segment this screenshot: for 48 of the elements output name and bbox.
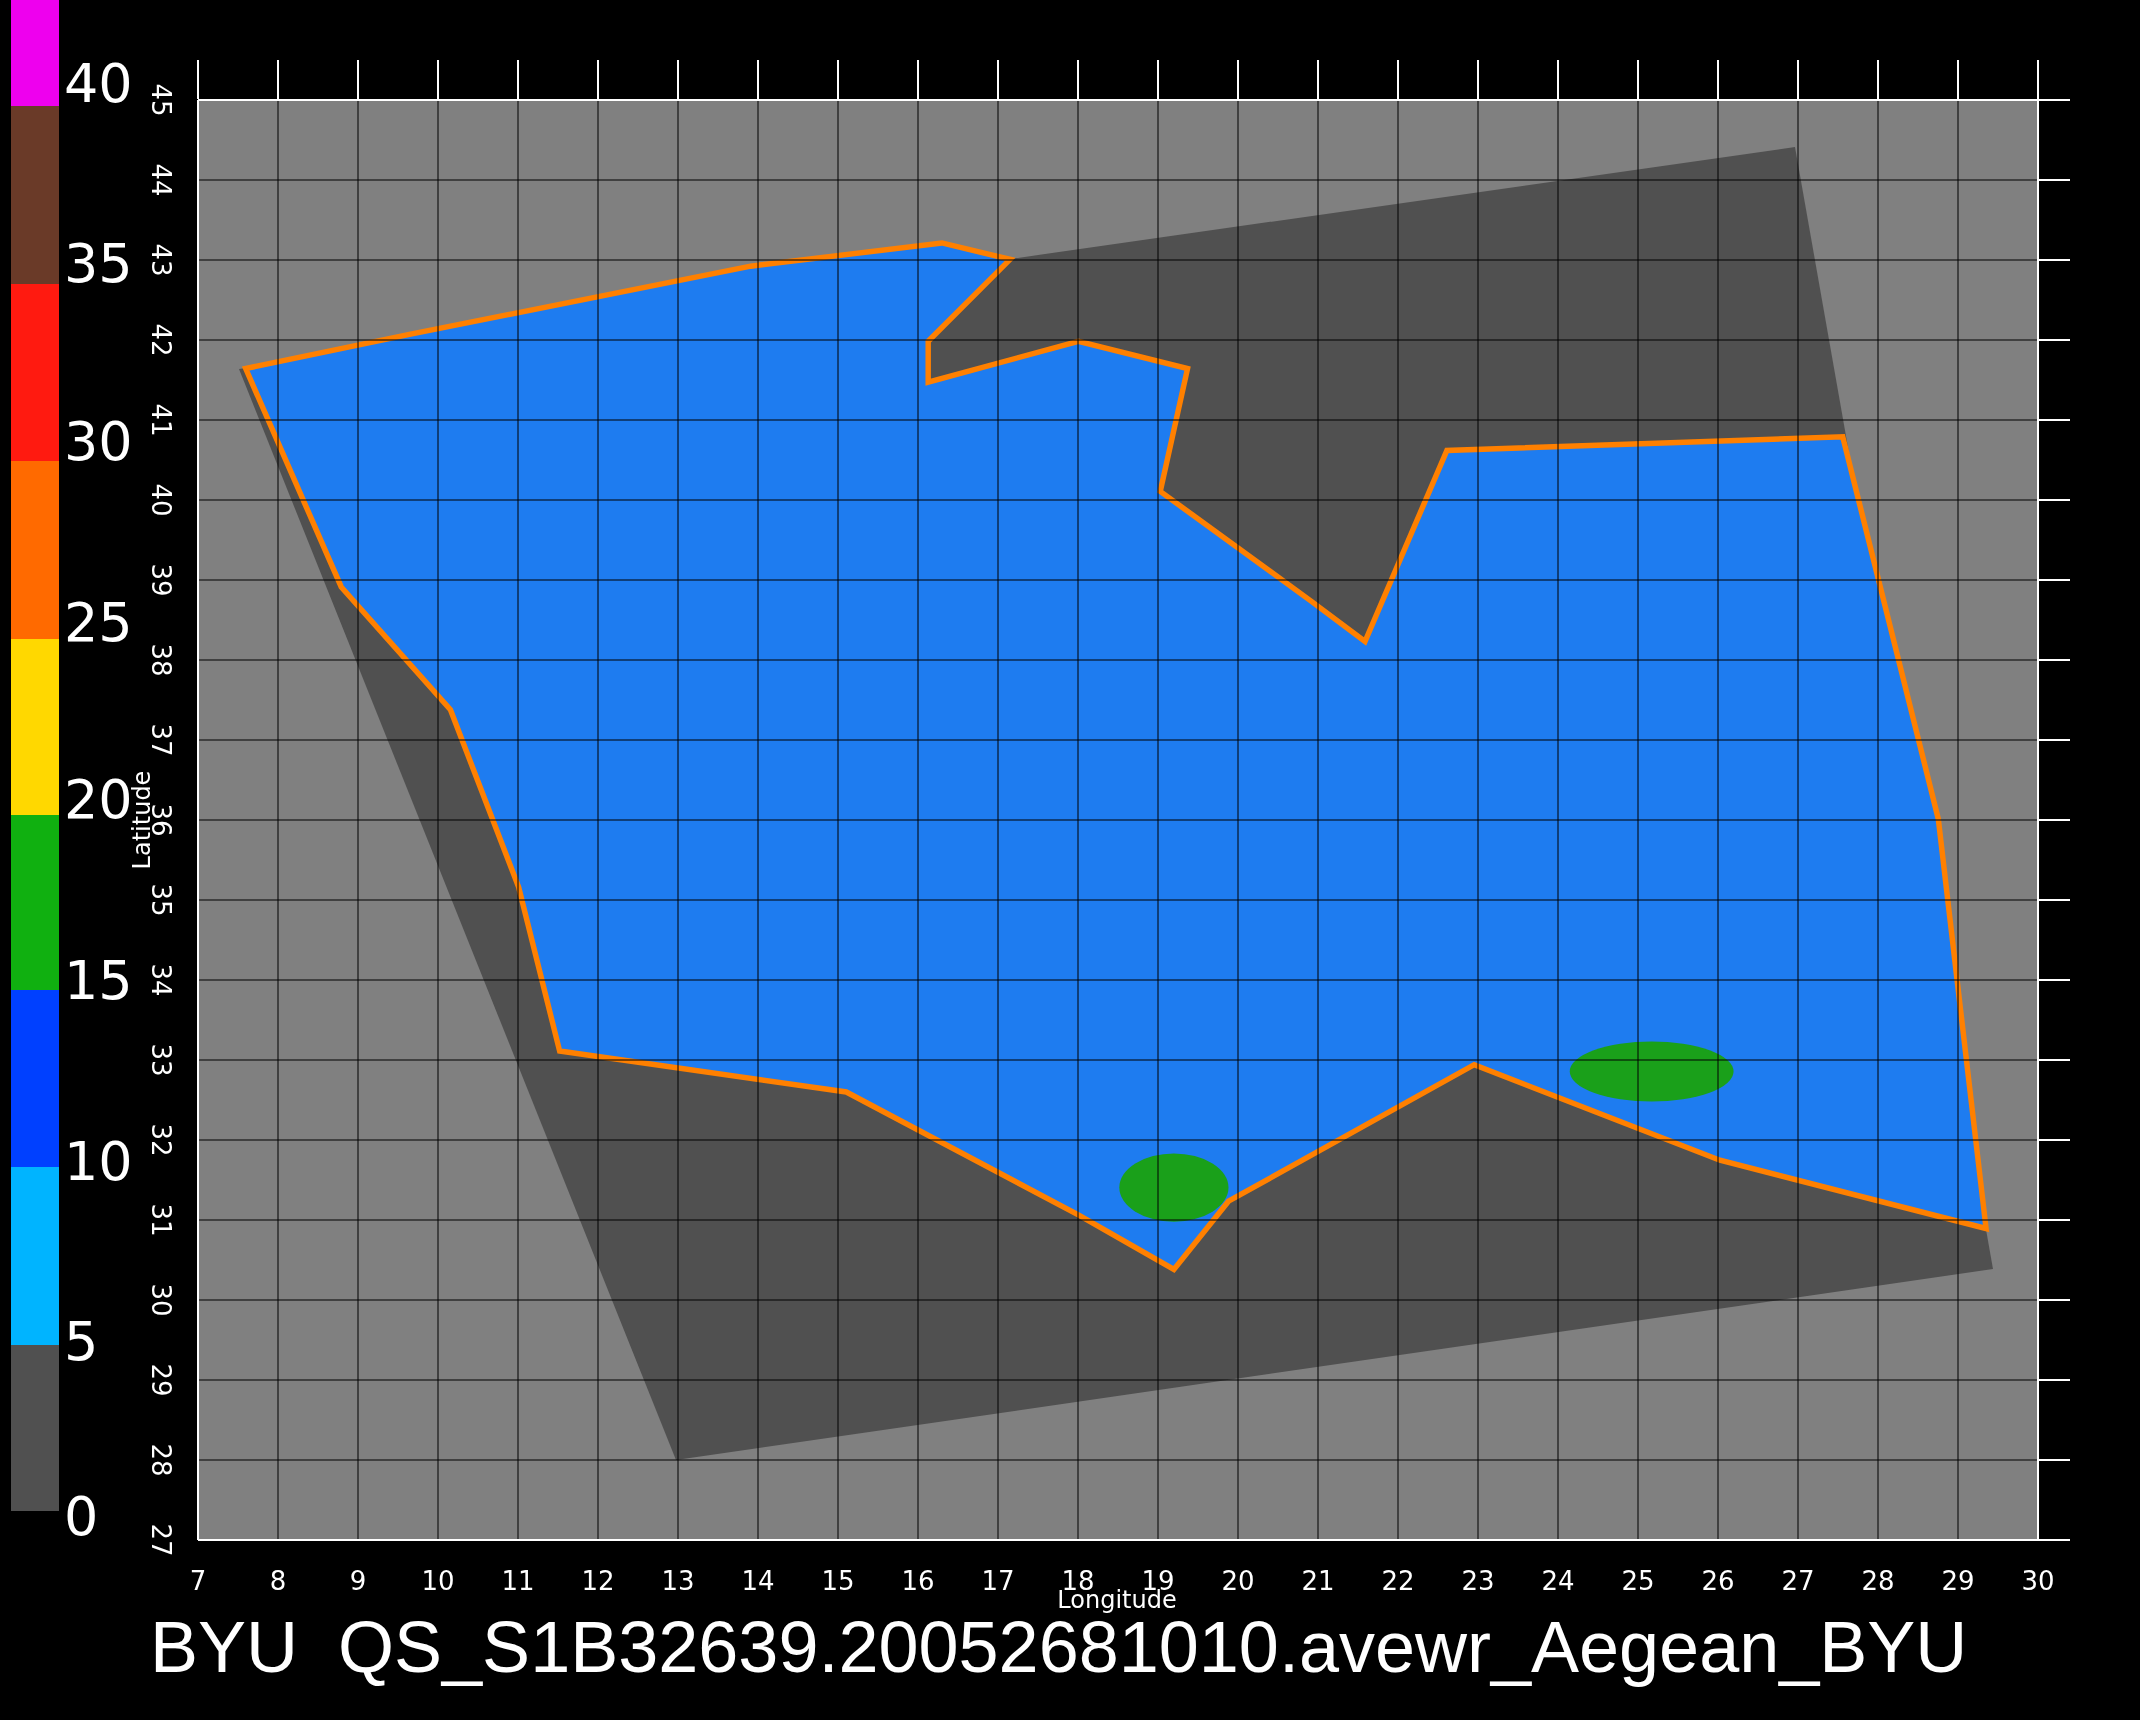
x-tick-label: 13 <box>661 1566 695 1596</box>
y-tick-label: 27 <box>146 1523 176 1557</box>
colorbar-label: 15 <box>64 949 133 1012</box>
y-tick-label: 41 <box>146 403 176 437</box>
y-tick-label: 45 <box>146 83 176 117</box>
y-tick-label: 39 <box>146 563 176 597</box>
x-tick-label: 29 <box>1941 1566 1975 1596</box>
y-tick-label: 31 <box>146 1203 176 1237</box>
x-tick-label: 11 <box>501 1566 535 1596</box>
y-tick-label: 35 <box>146 883 176 917</box>
y-tick-label: 38 <box>146 643 176 677</box>
colorbar-label: 0 <box>64 1485 99 1548</box>
x-tick-label: 14 <box>741 1566 775 1596</box>
y-tick-label: 34 <box>146 963 176 997</box>
colorbar-label: 40 <box>64 52 133 115</box>
y-tick-label: 32 <box>146 1123 176 1157</box>
x-tick-label: 22 <box>1381 1566 1415 1596</box>
x-tick-label: 24 <box>1541 1566 1575 1596</box>
x-tick-label: 12 <box>581 1566 615 1596</box>
x-tick-label: 8 <box>269 1566 287 1596</box>
x-tick-label: 10 <box>421 1566 455 1596</box>
x-tick-label: 16 <box>901 1566 935 1596</box>
x-tick-label: 30 <box>2021 1566 2055 1596</box>
y-tick-label: 33 <box>146 1043 176 1077</box>
colorbar-label: 35 <box>64 232 133 295</box>
y-tick-label: 28 <box>146 1443 176 1477</box>
y-tick-label: 40 <box>146 483 176 517</box>
x-tick-label: 23 <box>1461 1566 1495 1596</box>
x-tick-label: 15 <box>821 1566 855 1596</box>
x-tick-label: 25 <box>1621 1566 1655 1596</box>
x-tick-label: 20 <box>1221 1566 1255 1596</box>
x-tick-label: 26 <box>1701 1566 1735 1596</box>
x-tick-label: 21 <box>1301 1566 1335 1596</box>
colorbar-label: 25 <box>64 591 133 654</box>
y-tick-label: 44 <box>146 163 176 197</box>
colorbar-label: 10 <box>64 1130 133 1193</box>
y-tick-label: 43 <box>146 243 176 277</box>
colorbar-label: 30 <box>64 410 133 473</box>
y-tick-label: 29 <box>146 1363 176 1397</box>
x-tick-label: 9 <box>349 1566 367 1596</box>
x-tick-label: 7 <box>189 1566 207 1596</box>
y-tick-label: 42 <box>146 323 176 357</box>
y-tick-label: 30 <box>146 1283 176 1317</box>
x-tick-label: 17 <box>981 1566 1015 1596</box>
colorbar-label: 5 <box>64 1310 99 1373</box>
y-tick-label: 37 <box>146 723 176 757</box>
x-tick-label: 27 <box>1781 1566 1815 1596</box>
x-tick-label: 28 <box>1861 1566 1895 1596</box>
